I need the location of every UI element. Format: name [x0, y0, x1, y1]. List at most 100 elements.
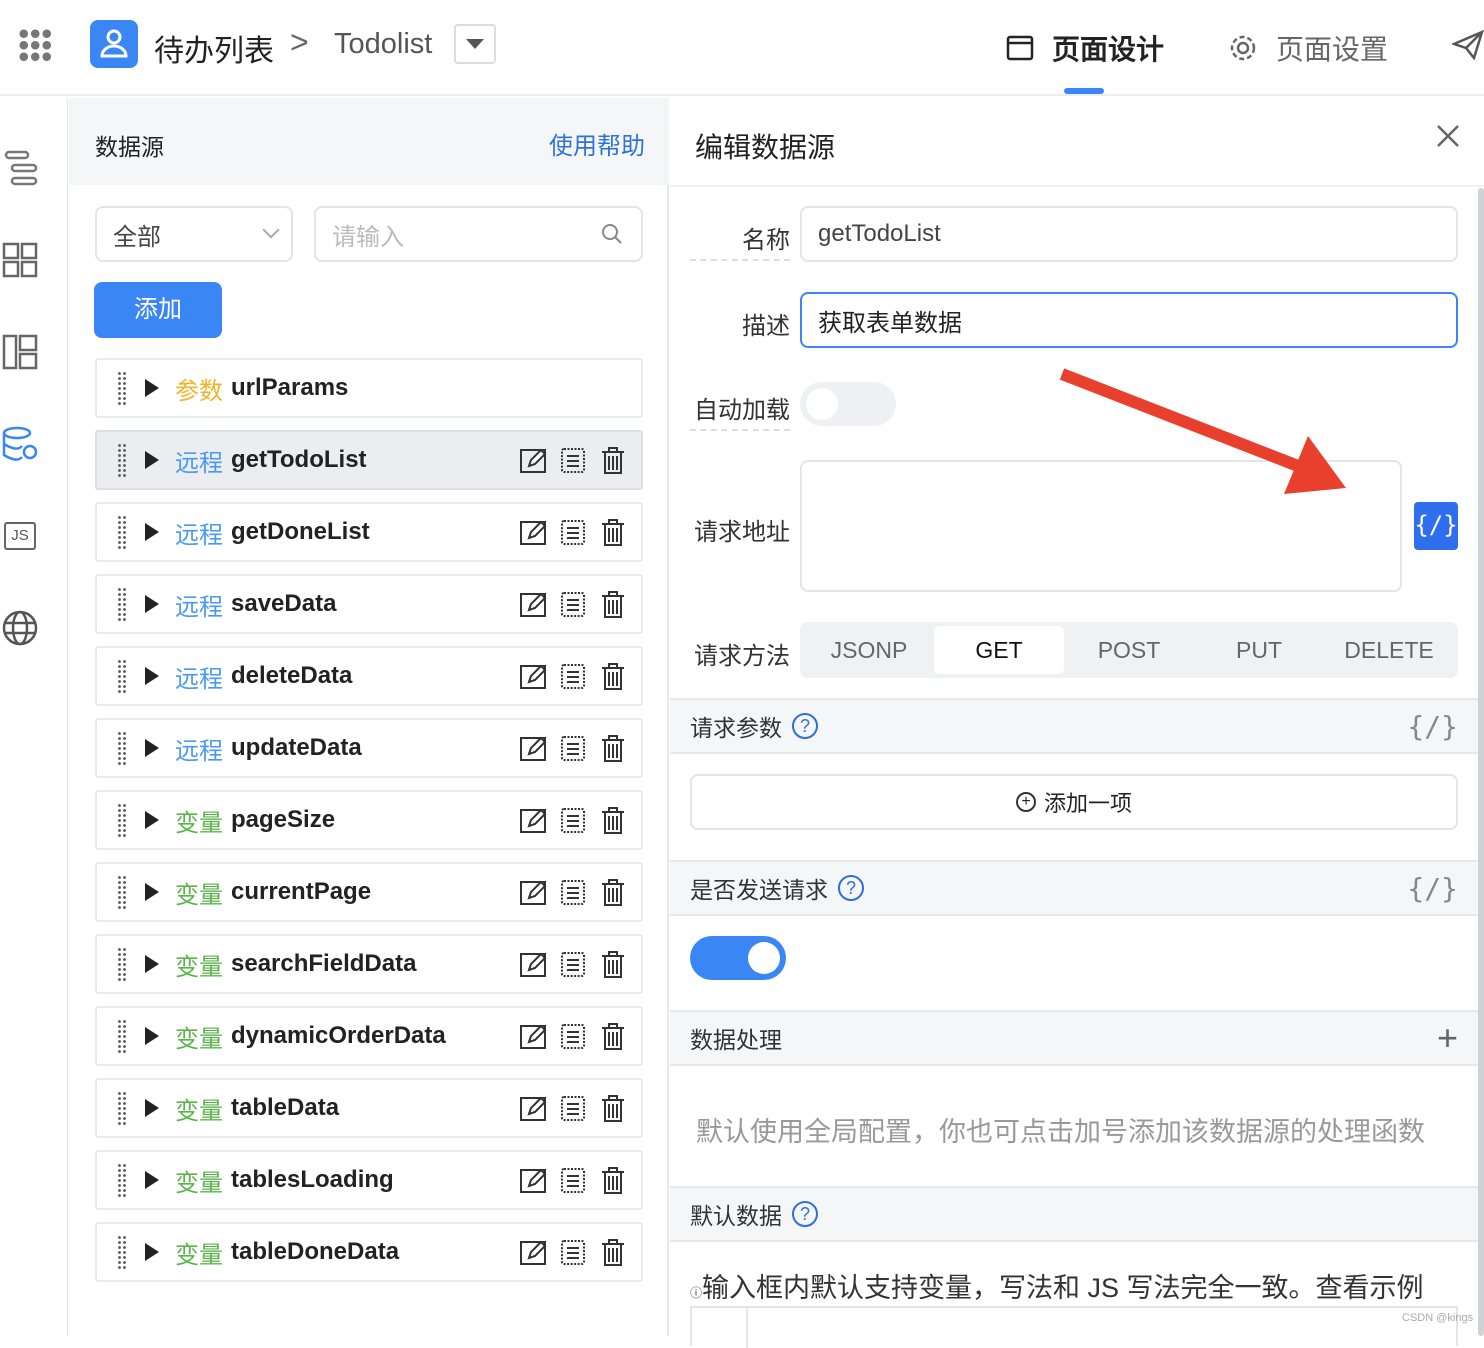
drag-handle-icon[interactable]	[117, 803, 127, 837]
datasource-item[interactable]: 变量 tableDoneData	[95, 1222, 643, 1282]
delete-icon[interactable]	[599, 662, 627, 690]
page-dropdown-button[interactable]	[454, 24, 496, 64]
drag-handle-icon[interactable]	[117, 371, 127, 405]
datasource-item[interactable]: 远程 deleteData	[95, 646, 643, 706]
edit-icon[interactable]	[519, 1238, 547, 1266]
add-button[interactable]: 添加	[94, 282, 222, 338]
outline-tree-icon[interactable]	[4, 150, 38, 186]
datasource-item[interactable]: 变量 pageSize	[95, 790, 643, 850]
copy-icon[interactable]	[559, 446, 587, 474]
copy-icon[interactable]	[559, 590, 587, 618]
help-icon[interactable]: ?	[792, 1201, 818, 1227]
default-data-editor[interactable]	[690, 1306, 1458, 1348]
copy-icon[interactable]	[559, 734, 587, 762]
copy-icon[interactable]	[559, 950, 587, 978]
autoload-toggle[interactable]	[800, 382, 896, 426]
help-icon[interactable]: ?	[838, 875, 864, 901]
tab-page-settings[interactable]: 页面设置	[1228, 28, 1388, 68]
delete-icon[interactable]	[599, 446, 627, 474]
add-item-button[interactable]: + 添加一项	[690, 774, 1458, 830]
code-icon[interactable]: {/}	[1407, 710, 1458, 743]
method-option[interactable]: GET	[934, 626, 1064, 674]
edit-icon[interactable]	[519, 950, 547, 978]
edit-icon[interactable]	[519, 446, 547, 474]
help-link[interactable]: 使用帮助	[549, 126, 645, 161]
expand-triangle-icon[interactable]	[145, 1027, 159, 1045]
name-input[interactable]: getTodoList	[800, 206, 1458, 262]
tab-page-design[interactable]: 页面设计	[1006, 28, 1164, 68]
datasource-item[interactable]: 变量 dynamicOrderData	[95, 1006, 643, 1066]
copy-icon[interactable]	[559, 1094, 587, 1122]
expand-triangle-icon[interactable]	[145, 1099, 159, 1117]
delete-icon[interactable]	[599, 950, 627, 978]
search-input[interactable]: 请输入	[314, 206, 643, 262]
datasource-item[interactable]: 远程 saveData	[95, 574, 643, 634]
datasource-item[interactable]: 参数 urlParams	[95, 358, 643, 418]
delete-icon[interactable]	[599, 590, 627, 618]
copy-icon[interactable]	[559, 1238, 587, 1266]
copy-icon[interactable]	[559, 1022, 587, 1050]
expand-triangle-icon[interactable]	[145, 739, 159, 757]
drag-handle-icon[interactable]	[117, 947, 127, 981]
expand-triangle-icon[interactable]	[145, 523, 159, 541]
search-icon[interactable]	[601, 223, 623, 245]
delete-icon[interactable]	[599, 518, 627, 546]
expand-triangle-icon[interactable]	[145, 595, 159, 613]
url-code-button[interactable]: {/}	[1414, 502, 1458, 550]
drag-handle-icon[interactable]	[117, 1091, 127, 1125]
components-grid-icon[interactable]	[2, 242, 38, 278]
copy-icon[interactable]	[559, 662, 587, 690]
edit-icon[interactable]	[519, 734, 547, 762]
datasource-item[interactable]: 远程 getDoneList	[95, 502, 643, 562]
delete-icon[interactable]	[599, 734, 627, 762]
expand-triangle-icon[interactable]	[145, 1171, 159, 1189]
drag-handle-icon[interactable]	[117, 1235, 127, 1269]
publish-send-icon[interactable]	[1452, 30, 1484, 60]
copy-icon[interactable]	[559, 1166, 587, 1194]
datasource-item[interactable]: 变量 tablesLoading	[95, 1150, 643, 1210]
drag-handle-icon[interactable]	[117, 1019, 127, 1053]
edit-icon[interactable]	[519, 662, 547, 690]
delete-icon[interactable]	[599, 1094, 627, 1122]
edit-icon[interactable]	[519, 1022, 547, 1050]
close-icon[interactable]	[1436, 124, 1460, 148]
delete-icon[interactable]	[599, 1022, 627, 1050]
delete-icon[interactable]	[599, 1238, 627, 1266]
copy-icon[interactable]	[559, 806, 587, 834]
apps-grid-icon[interactable]	[18, 28, 52, 62]
delete-icon[interactable]	[599, 1166, 627, 1194]
method-option[interactable]: PUT	[1194, 626, 1324, 674]
copy-icon[interactable]	[559, 518, 587, 546]
type-filter-select[interactable]: 全部	[95, 206, 293, 262]
datasource-item[interactable]: 远程 updateData	[95, 718, 643, 778]
page-name[interactable]: Todolist	[334, 28, 432, 61]
edit-icon[interactable]	[519, 590, 547, 618]
datasource-item[interactable]: 远程 getTodoList	[95, 430, 643, 490]
send-request-toggle[interactable]	[690, 936, 786, 980]
datasource-item[interactable]: 变量 currentPage	[95, 862, 643, 922]
expand-triangle-icon[interactable]	[145, 883, 159, 901]
edit-icon[interactable]	[519, 518, 547, 546]
layout-icon[interactable]	[2, 334, 38, 370]
drag-handle-icon[interactable]	[117, 587, 127, 621]
delete-icon[interactable]	[599, 878, 627, 906]
copy-icon[interactable]	[559, 878, 587, 906]
expand-triangle-icon[interactable]	[145, 379, 159, 397]
edit-icon[interactable]	[519, 806, 547, 834]
code-icon[interactable]: {/}	[1407, 872, 1458, 905]
expand-triangle-icon[interactable]	[145, 955, 159, 973]
expand-triangle-icon[interactable]	[145, 1243, 159, 1261]
drag-handle-icon[interactable]	[117, 1163, 127, 1197]
method-option[interactable]: DELETE	[1324, 626, 1454, 674]
expand-triangle-icon[interactable]	[145, 451, 159, 469]
edit-icon[interactable]	[519, 1166, 547, 1194]
drag-handle-icon[interactable]	[117, 659, 127, 693]
scrollbar[interactable]	[1478, 188, 1484, 1336]
method-option[interactable]: POST	[1064, 626, 1194, 674]
expand-triangle-icon[interactable]	[145, 667, 159, 685]
edit-icon[interactable]	[519, 878, 547, 906]
help-icon[interactable]: ?	[792, 713, 818, 739]
drag-handle-icon[interactable]	[117, 515, 127, 549]
drag-handle-icon[interactable]	[117, 875, 127, 909]
datasource-item[interactable]: 变量 tableData	[95, 1078, 643, 1138]
